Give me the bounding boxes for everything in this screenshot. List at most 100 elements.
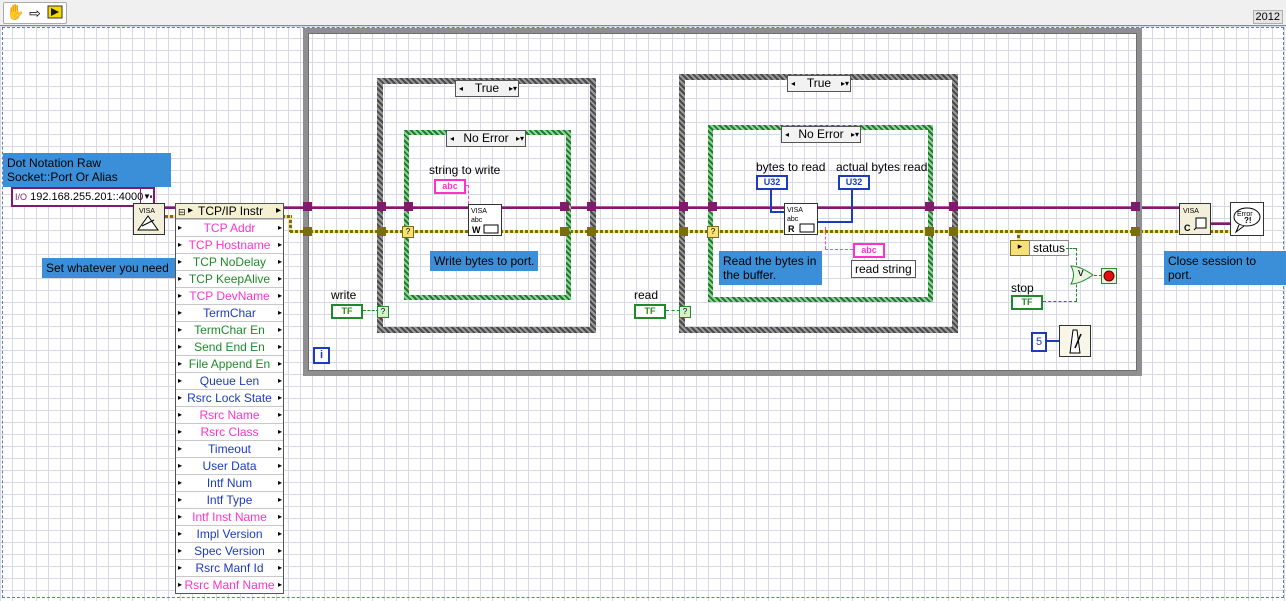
read-error-selector[interactable]: ◂ No Error ▸▾ — [781, 126, 861, 143]
visa-write-icon[interactable]: VISA abc W — [468, 204, 502, 236]
visa-read-icon[interactable]: VISA abc R — [784, 203, 818, 235]
error-handler-icon[interactable]: Error?! — [1230, 202, 1264, 236]
property-row[interactable]: ▸ TCP DevName ▸ — [176, 287, 283, 304]
read-inner-visa-tunnel-out — [925, 202, 934, 211]
read-error-selector-label: No Error — [798, 127, 844, 141]
row-indicator-icon: ▸ — [178, 461, 183, 470]
increment-icon[interactable]: ▸▾ — [850, 127, 860, 142]
svg-text:W: W — [472, 225, 481, 235]
increment-icon[interactable]: ▸▾ — [508, 81, 518, 96]
row-indicator-icon: ▸ — [178, 342, 183, 351]
row-indicator-icon: ▸ — [178, 376, 183, 385]
status-label: status — [1029, 240, 1070, 256]
write-case-selector[interactable]: ◂ True ▸▾ — [455, 80, 519, 97]
property-row[interactable]: ▸ TermChar ▸ — [176, 304, 283, 321]
read-bool-wire — [666, 310, 680, 312]
labview-run-icon[interactable] — [46, 4, 64, 22]
write-inner-error-tunnel-out — [560, 227, 569, 236]
chevron-right-icon: ▸ — [277, 580, 282, 589]
property-row[interactable]: ▸ Impl Version ▸ — [176, 525, 283, 542]
property-row[interactable]: ▸ Rsrc Manf Id ▸ — [176, 559, 283, 576]
property-row[interactable]: ▸ Spec Version ▸ — [176, 542, 283, 559]
resource-label: Dot Notation Raw Socket::Port Or Alias — [3, 153, 171, 187]
stop-terminal[interactable]: TF — [1011, 295, 1043, 310]
property-row[interactable]: ▸ TCP NoDelay ▸ — [176, 253, 283, 270]
row-indicator-icon: ▸ — [178, 563, 183, 572]
property-row[interactable]: ▸ Timeout ▸ — [176, 440, 283, 457]
visa-wire-end — [1210, 222, 1230, 225]
version-label: 2012 — [1252, 10, 1283, 24]
chevron-right-icon: ▸ — [277, 325, 282, 334]
property-row-label: Rsrc Lock State — [187, 391, 272, 405]
actual-bytes-read-terminal[interactable]: U32 — [838, 175, 870, 190]
chevron-right-icon: ▸ — [277, 529, 282, 538]
chevron-right-icon: ▸ — [277, 410, 282, 419]
bytes-to-read-terminal[interactable]: U32 — [756, 175, 788, 190]
svg-text:R: R — [788, 224, 795, 234]
string-to-write-label: string to write — [429, 163, 501, 177]
increment-icon[interactable]: ▸▾ — [840, 76, 850, 91]
decrement-icon[interactable]: ◂ — [788, 76, 798, 91]
row-indicator-icon: ▸ — [178, 393, 183, 402]
chevron-right-icon: ▸ — [277, 257, 282, 266]
property-row-label: User Data — [202, 459, 257, 473]
property-row[interactable]: ▸ TCP KeepAlive ▸ — [176, 270, 283, 287]
increment-icon[interactable]: ▸▾ — [515, 131, 525, 146]
chevron-right-icon: ▸ — [277, 223, 282, 232]
property-row[interactable]: ▸ Intf Type ▸ — [176, 491, 283, 508]
property-row[interactable]: ▸ Intf Inst Name ▸ — [176, 508, 283, 525]
visa-open-icon[interactable]: VISA — [133, 203, 165, 235]
loop-error-tunnel-left — [303, 227, 312, 236]
stop-condition-icon[interactable] — [1101, 268, 1117, 284]
write-terminal[interactable]: TF — [331, 304, 363, 319]
row-indicator-icon: ▸ — [178, 325, 183, 334]
property-row-label: TCP DevName — [189, 289, 270, 303]
property-row-label: Intf Type — [206, 493, 253, 507]
property-row[interactable]: ▸ Rsrc Manf Name ▸ — [176, 576, 283, 593]
metronome-icon[interactable] — [1059, 325, 1091, 357]
property-row[interactable]: ▸ Intf Num ▸ — [176, 474, 283, 491]
svg-text:VISA: VISA — [1183, 208, 1199, 215]
property-row[interactable]: ▸ Rsrc Name ▸ — [176, 406, 283, 423]
property-row[interactable]: ▸ TermChar En ▸ — [176, 321, 283, 338]
arrow-icon[interactable]: ⇨ — [26, 4, 44, 22]
write-visa-tunnel-out — [587, 202, 596, 211]
property-row[interactable]: ▸ File Append En ▸ — [176, 355, 283, 372]
property-row[interactable]: ▸ TCP Addr ▸ — [176, 219, 283, 236]
decrement-icon[interactable]: ◂ — [456, 81, 466, 96]
actual-wire-h — [815, 221, 853, 223]
write-error-selector[interactable]: ◂ No Error ▸▾ — [446, 130, 526, 147]
row-indicator-icon: ▸ — [178, 529, 183, 538]
property-row[interactable]: ▸ Rsrc Class ▸ — [176, 423, 283, 440]
property-node-class: TCP/IP Instr — [198, 204, 264, 218]
string-to-write-terminal[interactable]: abc — [434, 179, 466, 194]
iteration-terminal[interactable]: i — [313, 347, 330, 364]
property-row[interactable]: ▸ Rsrc Lock State ▸ — [176, 389, 283, 406]
row-indicator-icon: ▸ — [178, 308, 183, 317]
property-row[interactable]: ▸ TCP Hostname ▸ — [176, 236, 283, 253]
read-terminal[interactable]: TF — [634, 304, 666, 319]
property-row-label: TCP KeepAlive — [188, 272, 271, 286]
property-row[interactable]: ▸ User Data ▸ — [176, 457, 283, 474]
property-row-label: Timeout — [208, 442, 251, 456]
property-row[interactable]: ▸ Queue Len ▸ — [176, 372, 283, 389]
decrement-icon[interactable]: ◂ — [782, 127, 792, 142]
property-row[interactable]: ▸ Send End En ▸ — [176, 338, 283, 355]
bytes-to-read-label: bytes to read — [756, 160, 826, 174]
read-label: read — [634, 288, 659, 302]
property-node[interactable]: ⊟ ▸ TCP/IP Instr ▸ ▸ TCP Addr ▸ ▸ TCP Hostna… — [175, 203, 284, 594]
or-function[interactable]: v — [1070, 265, 1094, 285]
visa-wire-tail — [150, 195, 152, 198]
stop-wire — [1043, 301, 1077, 303]
visa-close-icon[interactable]: VISA C — [1179, 203, 1211, 235]
chevron-right-icon: ▸ — [277, 393, 282, 402]
read-case-selector-terminal: ? — [679, 306, 691, 318]
row-indicator-icon: ▸ — [178, 240, 183, 249]
hand-icon[interactable]: ✋ — [6, 4, 25, 22]
read-case-selector[interactable]: ◂ True ▸▾ — [787, 75, 851, 92]
decrement-icon[interactable]: ◂ — [447, 131, 457, 146]
property-row-label: Rsrc Class — [200, 425, 259, 439]
chevron-right-icon: ▸ — [277, 376, 282, 385]
wait-constant[interactable]: 5 — [1031, 332, 1047, 352]
error-wire-end — [1210, 230, 1230, 233]
